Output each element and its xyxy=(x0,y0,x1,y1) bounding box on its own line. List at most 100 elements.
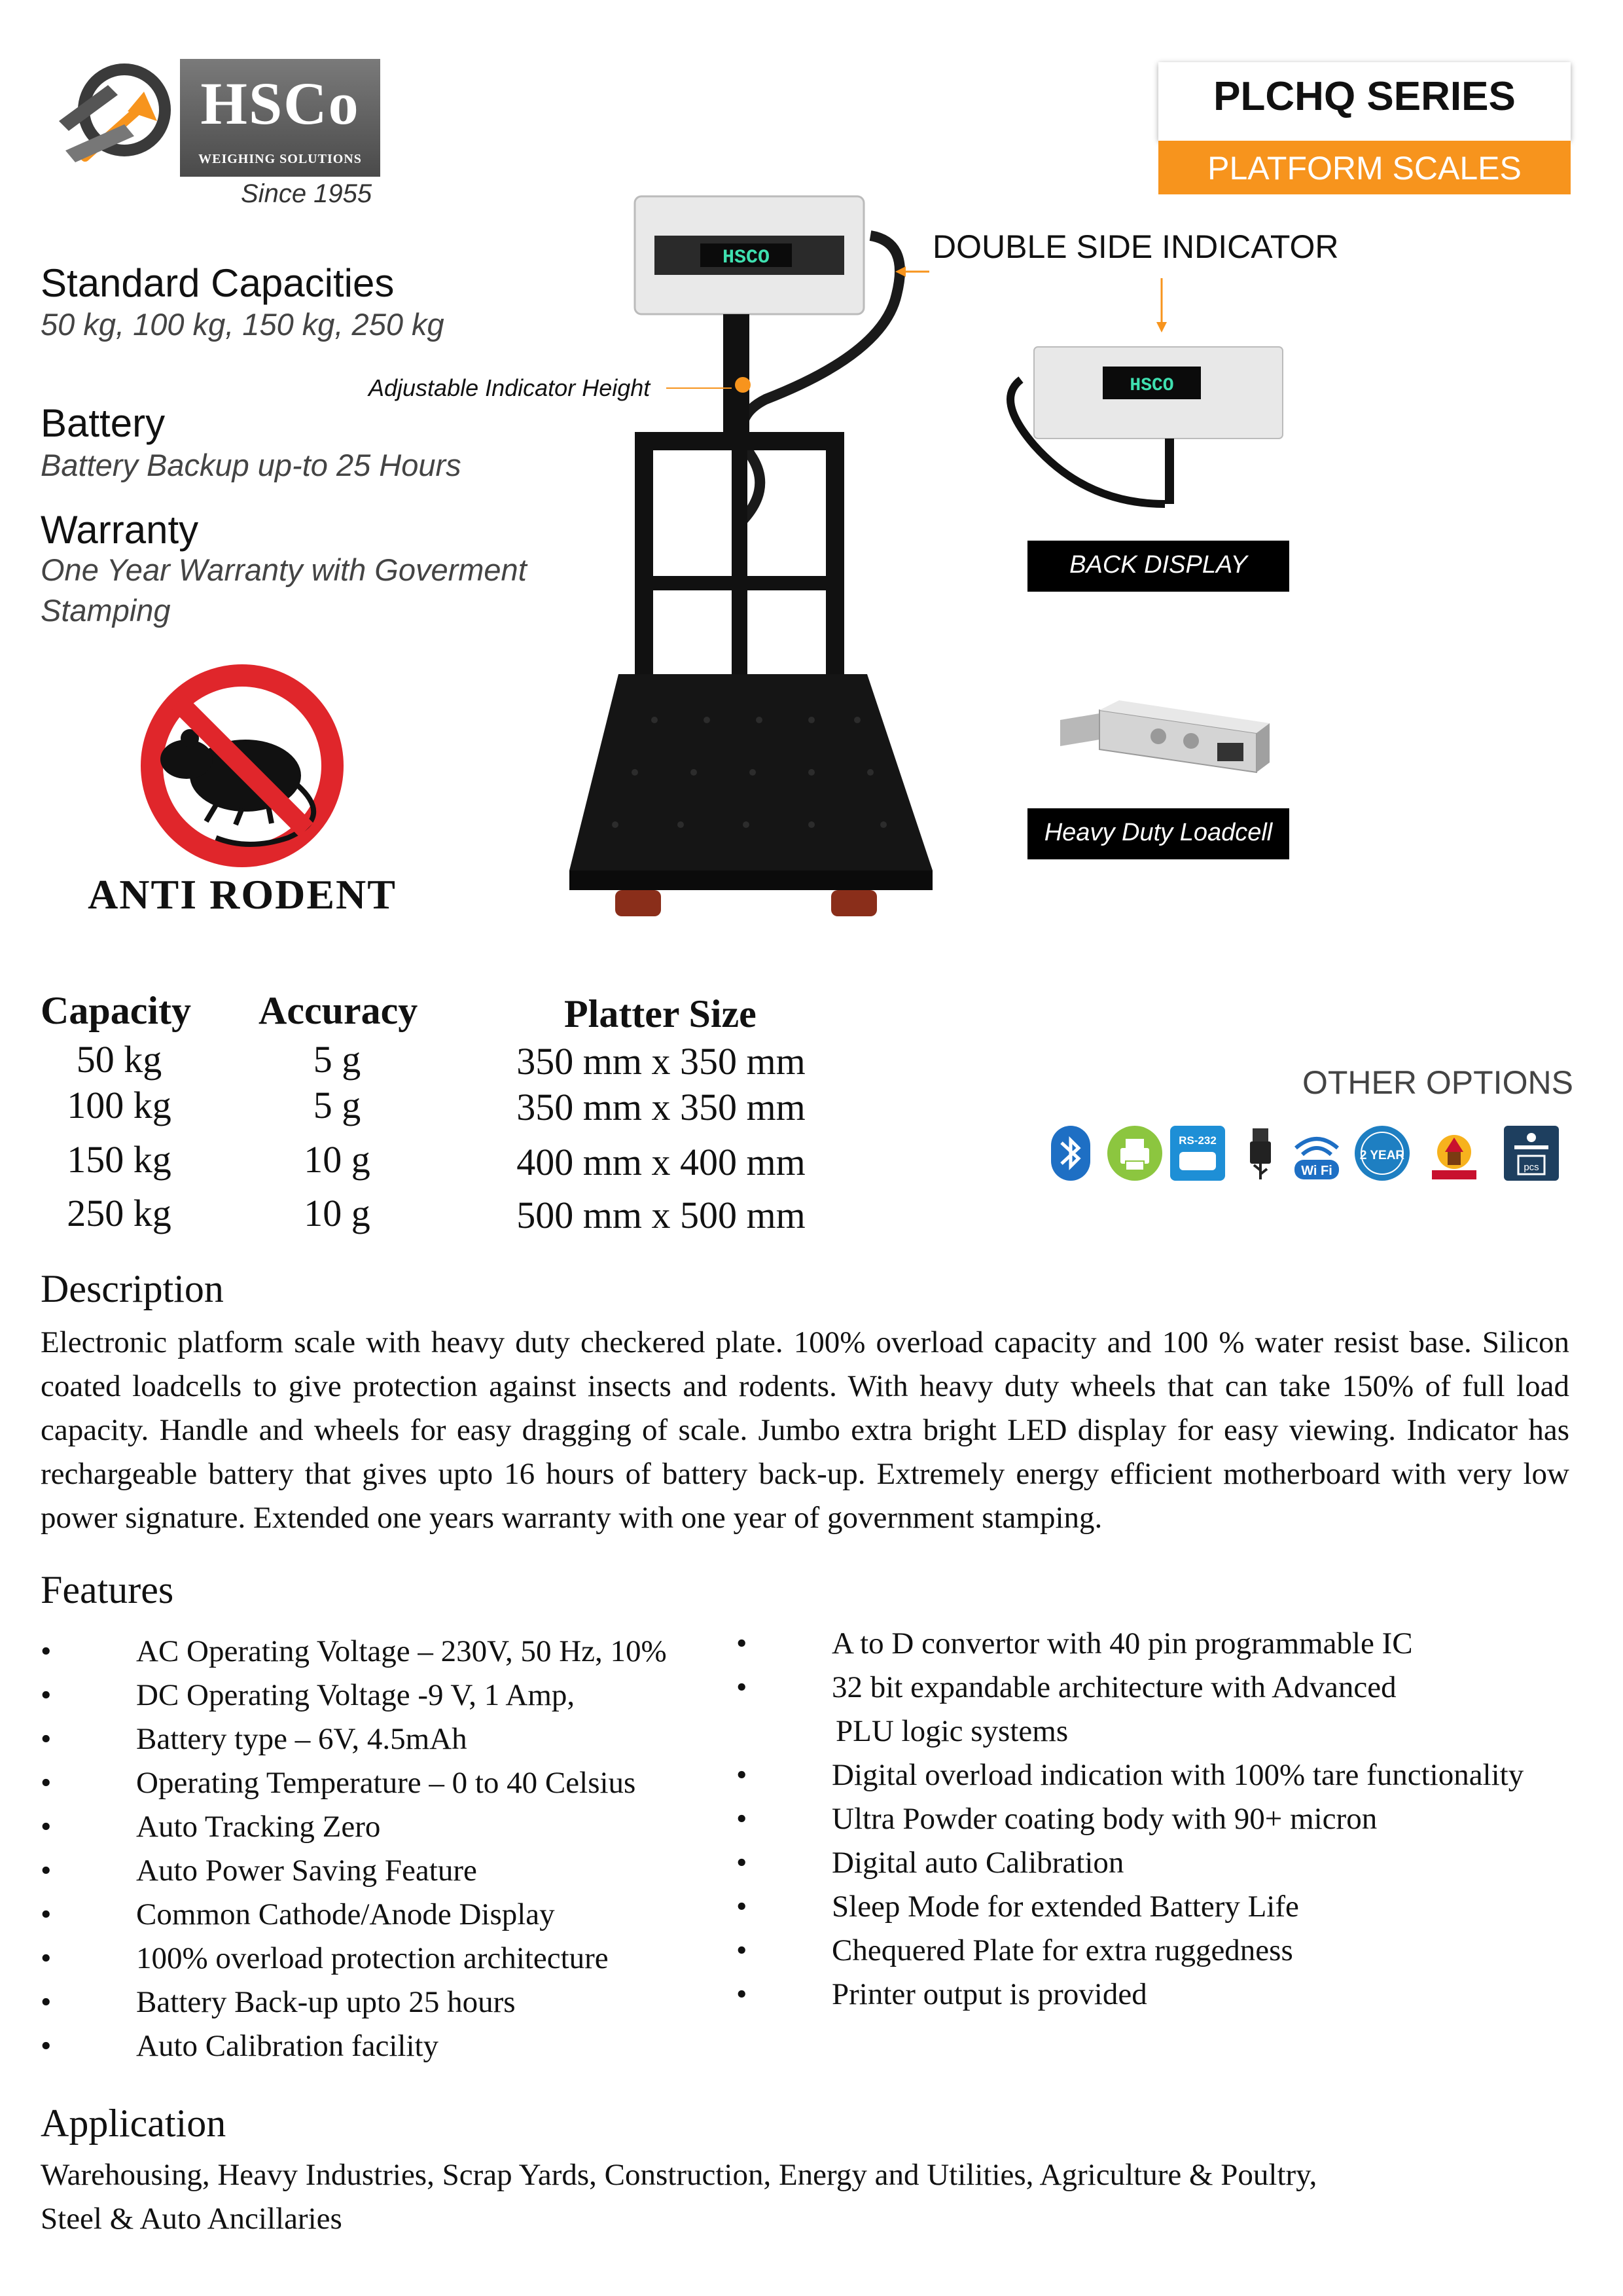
table-cell-capacity: 100 kg xyxy=(67,1084,171,1126)
list-item: • Auto Power Saving Feature xyxy=(41,1849,728,1893)
bullet: • xyxy=(41,1678,52,1712)
application-heading: Application xyxy=(41,2102,226,2145)
feature-text: Ultra Powder coating body with 90+ micro… xyxy=(832,1802,1378,1836)
table-cell-accuracy: 5 g xyxy=(313,1084,361,1126)
bullet: • xyxy=(41,1897,52,1931)
feature-text: Common Cathode/Anode Display xyxy=(136,1897,555,1931)
bullet: • xyxy=(736,1977,747,2011)
bullet: • xyxy=(736,1890,747,1924)
list-item: • Ultra Powder coating body with 90+ micr… xyxy=(736,1797,1580,1841)
battery-value: Battery Backup up-to 25 Hours xyxy=(41,448,461,482)
battery-heading: Battery xyxy=(41,401,166,445)
feature-text: Battery type – 6V, 4.5mAh xyxy=(136,1722,467,1756)
table-cell-platter: 500 mm x 500 mm xyxy=(516,1194,806,1236)
logo-text: HSCo xyxy=(200,70,360,137)
list-item: • Battery type – 6V, 4.5mAh xyxy=(41,1717,728,1761)
description-body: Electronic platform scale with heavy dut… xyxy=(41,1325,1569,1535)
table-cell-platter: 350 mm x 350 mm xyxy=(516,1040,806,1083)
anti-rodent-icon xyxy=(141,664,344,867)
anti-rodent-label: ANTI RODENT xyxy=(88,871,397,918)
hsco-logo-mark xyxy=(59,63,171,162)
bullet: • xyxy=(41,1941,52,1975)
list-item: • Operating Temperature – 0 to 40 Celsius xyxy=(41,1761,728,1805)
svg-text:HSCO: HSCO xyxy=(722,247,770,269)
warranty-heading: Warranty xyxy=(41,508,199,552)
loadcell-image xyxy=(1060,700,1270,774)
table-cell-accuracy: 10 g xyxy=(304,1192,370,1234)
feature-text-continued: PLU logic systems xyxy=(836,1714,1069,1748)
bullet: • xyxy=(736,1933,747,1967)
bullet: • xyxy=(41,1766,52,1800)
wifi-icon: Wi Fi xyxy=(1294,1137,1339,1179)
bullet: • xyxy=(736,1670,747,1704)
list-item: • Digital auto Calibration xyxy=(736,1841,1580,1885)
series-title: PLCHQ SERIES xyxy=(1213,74,1516,119)
feature-text: Operating Temperature – 0 to 40 Celsius xyxy=(136,1766,636,1800)
back-display-label: BACK DISPLAY xyxy=(1069,551,1247,579)
feature-text: Digital auto Calibration xyxy=(832,1846,1124,1880)
accuracy-column-header: Accuracy xyxy=(259,989,418,1032)
table-cell-capacity: 250 kg xyxy=(67,1192,171,1234)
list-item: • 100% overload protection architecture xyxy=(41,1937,728,1981)
list-item: • Chequered Plate for extra ruggedness xyxy=(736,1929,1580,1973)
two-year-warranty-icon: 2 YEAR xyxy=(1355,1126,1410,1181)
since-year: Since 1955 xyxy=(241,179,372,208)
list-item: • A to D convertor with 40 pin programmab… xyxy=(736,1622,1580,1666)
bluetooth-icon xyxy=(1051,1126,1090,1181)
feature-text: DC Operating Voltage -9 V, 1 Amp, xyxy=(136,1678,575,1712)
table-cell-accuracy: 5 g xyxy=(313,1038,361,1081)
printer-icon xyxy=(1107,1126,1162,1181)
list-item: • Sleep Mode for extended Battery Life xyxy=(736,1885,1580,1929)
capacities-heading: Standard Capacities xyxy=(41,261,395,305)
table-cell-platter: 400 mm x 400 mm xyxy=(516,1141,806,1183)
pcs-icon-text: pcs xyxy=(1524,1162,1539,1173)
list-item: • Common Cathode/Anode Display xyxy=(41,1893,728,1937)
table-cell-capacity: 150 kg xyxy=(67,1138,171,1181)
list-item: • Auto Calibration facility xyxy=(41,2024,728,2068)
feature-text: Auto Power Saving Feature xyxy=(136,1854,477,1888)
feature-text: Auto Calibration facility xyxy=(136,2029,439,2063)
bullet: • xyxy=(736,1626,747,1660)
feature-text: Sleep Mode for extended Battery Life xyxy=(832,1890,1299,1924)
rs232-icon-text: RS-232 xyxy=(1179,1134,1217,1147)
bullet: • xyxy=(41,1634,52,1668)
list-item: • Auto Tracking Zero xyxy=(41,1805,728,1849)
double-side-indicator-arrows xyxy=(895,266,1167,332)
bullet: • xyxy=(41,1854,52,1888)
platter-size-column-header: Platter Size xyxy=(564,992,757,1035)
rs232-icon: RS-232 xyxy=(1170,1126,1225,1181)
adjustable-height-callout: Adjustable Indicator Height xyxy=(368,374,651,401)
bullet: • xyxy=(736,1802,747,1836)
feature-text: 100% overload protection architecture xyxy=(136,1941,609,1975)
table-cell-platter: 350 mm x 350 mm xyxy=(516,1086,806,1128)
adjustable-height-leader-line xyxy=(666,387,732,389)
description-heading: Description xyxy=(41,1267,224,1310)
table-cell-capacity: 50 kg xyxy=(76,1038,162,1081)
capacities-value: 50 kg, 100 kg, 150 kg, 250 kg xyxy=(41,307,444,342)
government-stamp-icon xyxy=(1432,1135,1476,1179)
application-line: Steel & Auto Ancillaries xyxy=(41,2202,342,2236)
feature-text: A to D convertor with 40 pin programmabl… xyxy=(832,1626,1413,1660)
bullet: • xyxy=(41,2029,52,2063)
list-item: • 32 bit expandable architecture with Adv… xyxy=(736,1666,1580,1710)
application-line: Warehousing, Heavy Industries, Scrap Yar… xyxy=(41,2158,1317,2192)
pcs-counting-icon: pcs xyxy=(1504,1126,1559,1181)
loadcell-label: Heavy Duty Loadcell xyxy=(1044,819,1273,846)
features-list-left: • AC Operating Voltage – 230V, 50 Hz, 10%… xyxy=(41,1630,728,2068)
application-body: Warehousing, Heavy Industries, Scrap Yar… xyxy=(41,2153,1569,2241)
feature-text: AC Operating Voltage – 230V, 50 Hz, 10% xyxy=(136,1634,667,1668)
back-display-reading: HSCO xyxy=(1130,376,1173,396)
features-list-right: • A to D convertor with 40 pin programmab… xyxy=(736,1622,1580,2017)
feature-text: 32 bit expandable architecture with Adva… xyxy=(832,1670,1397,1704)
warranty-icon-text: 2 YEAR xyxy=(1360,1149,1405,1162)
feature-text: Battery Back-up upto 25 hours xyxy=(136,1985,516,2019)
list-item: • DC Operating Voltage -9 V, 1 Amp, xyxy=(41,1674,728,1717)
wifi-icon-text: Wi Fi xyxy=(1301,1164,1332,1178)
back-display-image: HSCO xyxy=(1007,346,1283,508)
feature-text: Chequered Plate for extra ruggedness xyxy=(832,1933,1293,1967)
list-item: • AC Operating Voltage – 230V, 50 Hz, 10% xyxy=(41,1630,728,1674)
usb-icon xyxy=(1250,1128,1271,1179)
list-item: • Battery Back-up upto 25 hours xyxy=(41,1981,728,2024)
list-item: PLU logic systems xyxy=(736,1710,1580,1753)
list-item: • Digital overload indication with 100% t… xyxy=(736,1753,1580,1797)
